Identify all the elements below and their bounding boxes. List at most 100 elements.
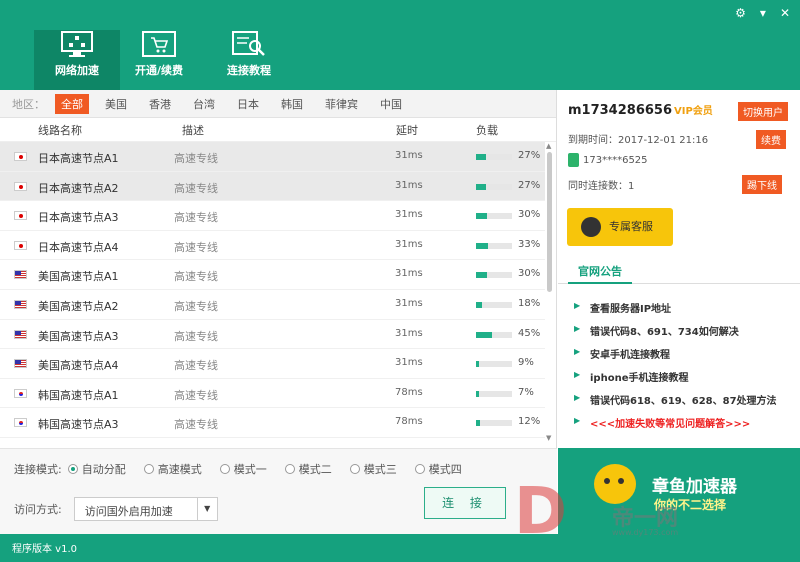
header-load[interactable]: 负载 xyxy=(476,122,498,138)
notice-item[interactable]: ▶ 错误代码8、691、734如何解决 xyxy=(572,323,796,346)
load-bar-fill xyxy=(476,272,487,279)
load-bar xyxy=(476,331,512,338)
mode-auto-radio[interactable]: 自动分配 xyxy=(67,461,126,477)
load-bar xyxy=(476,154,512,160)
radio-dot xyxy=(284,464,295,474)
nav-subscribe[interactable]: 开通/续费 xyxy=(116,30,202,90)
region-hk[interactable]: 香港 xyxy=(143,94,177,114)
notice-text: 错误代码618、619、628、87处理方法 xyxy=(590,396,777,407)
server-desc: 高速专线 xyxy=(174,359,218,373)
access-select[interactable]: 访问国外启用加速 ▼ xyxy=(73,497,218,521)
server-latency: 31ms xyxy=(395,327,423,339)
server-load: 30% xyxy=(518,268,541,280)
header-name[interactable]: 线路名称 xyxy=(38,122,82,138)
notice-list: ▶ 查看服务器IP地址 ▶ 错误代码8、691、734如何解决 ▶ 安卓手机连接教程 … xyxy=(572,300,796,438)
server-name: 美国高速节点A2 xyxy=(38,299,119,313)
user-name-line: m1734286656 VIP会员 xyxy=(568,102,713,118)
table-row[interactable]: 日本高速节点A2 高速专线 31ms 27% xyxy=(0,171,545,202)
scroll-down-icon[interactable]: ▼ xyxy=(546,434,551,442)
scrollbar[interactable]: ▲ ▼ xyxy=(545,142,555,442)
scrollbar-thumb[interactable] xyxy=(547,152,552,292)
load-bar-fill xyxy=(476,331,493,338)
radio-dot xyxy=(414,464,425,474)
chevron-down-icon[interactable]: ▼ xyxy=(196,498,217,520)
notice-item[interactable]: ▶ 查看服务器IP地址 xyxy=(572,300,796,323)
nav-network-accel[interactable]: 网络加速 xyxy=(34,30,120,90)
nav-tutorial[interactable]: 连接教程 xyxy=(206,30,292,90)
mode-2-radio[interactable]: 模式二 xyxy=(284,461,332,477)
tutorial-search-icon xyxy=(232,31,265,56)
region-ph[interactable]: 菲律宾 xyxy=(319,94,364,114)
promo-title: 章鱼加速器 xyxy=(652,477,737,497)
table-row[interactable]: 美国高速节点A1 高速专线 31ms 30% xyxy=(0,260,545,290)
load-bar-fill xyxy=(476,390,479,397)
region-all[interactable]: 全部 xyxy=(55,93,89,114)
version-text: 程序版本 v1.0 xyxy=(12,544,77,555)
vip-badge: VIP会员 xyxy=(674,106,713,117)
region-tw[interactable]: 台湾 xyxy=(187,94,221,114)
status-bar: 程序版本 v1.0 xyxy=(0,534,800,562)
server-desc: 高速专线 xyxy=(174,329,218,343)
server-load: 45% xyxy=(518,327,541,339)
load-bar xyxy=(476,361,512,368)
radio-dot xyxy=(143,464,154,474)
region-jp[interactable]: 日本 xyxy=(231,94,265,114)
mode-4-radio[interactable]: 模式四 xyxy=(414,461,462,477)
load-bar xyxy=(476,272,512,279)
nav-label: 网络加速 xyxy=(55,64,99,77)
table-row[interactable]: 美国高速节点A3 高速专线 31ms 45% xyxy=(0,320,545,350)
notice-item[interactable]: ▶ 错误代码618、619、628、87处理方法 xyxy=(572,392,796,415)
table-row[interactable]: 美国高速节点A2 高速专线 31ms 18% xyxy=(0,290,545,320)
flag-jp-icon xyxy=(14,211,27,221)
region-us[interactable]: 美国 xyxy=(99,94,133,114)
notice-item[interactable]: ▶ 安卓手机连接教程 xyxy=(572,346,796,369)
kick-offline-button[interactable]: 踢下线 xyxy=(742,175,782,194)
tab-notice[interactable]: 官网公告 xyxy=(568,258,632,284)
load-bar-fill xyxy=(476,183,486,190)
flag-jp-icon xyxy=(14,240,27,250)
connect-button[interactable]: 连 接 xyxy=(424,487,506,519)
load-bar xyxy=(476,301,512,308)
exclusive-service-button[interactable]: 专属客服 xyxy=(567,208,673,246)
menu-dropdown-icon[interactable]: ▾ xyxy=(760,6,766,20)
radio-label: 高速模式 xyxy=(157,463,202,476)
arrow-right-icon: ▶ xyxy=(574,324,581,333)
window-controls: ⚙ ▾ ✕ xyxy=(735,6,790,20)
header-desc[interactable]: 描述 xyxy=(182,122,204,138)
mode-3-radio[interactable]: 模式三 xyxy=(349,461,397,477)
server-load: 7% xyxy=(518,386,534,398)
app-header: ⚙ ▾ ✕ 网络加速 开通/续费 连接教程 xyxy=(0,0,800,90)
phone-number: 173****6525 xyxy=(583,155,648,166)
table-row[interactable]: 日本高速节点A3 高速专线 31ms 30% xyxy=(0,201,545,231)
scroll-up-icon[interactable]: ▲ xyxy=(546,142,551,150)
close-icon[interactable]: ✕ xyxy=(780,6,790,20)
renew-button[interactable]: 续费 xyxy=(756,130,786,149)
notice-item[interactable]: ▶ iphone手机连接教程 xyxy=(572,369,796,392)
arrow-right-icon: ▶ xyxy=(574,416,581,425)
promo-banner[interactable]: 章鱼加速器 你的不二选择 xyxy=(558,448,800,534)
table-row[interactable]: 日本高速节点A1 高速专线 31ms 27% xyxy=(0,142,545,172)
table-row[interactable]: 韩国高速节点A1 高速专线 78ms 7% xyxy=(0,379,545,409)
settings-icon[interactable]: ⚙ xyxy=(735,6,746,20)
switch-user-button[interactable]: 切换用户 xyxy=(738,102,788,121)
mode-fast-radio[interactable]: 高速模式 xyxy=(143,461,202,477)
table-row[interactable]: 韩国高速节点A3 高速专线 78ms 12% xyxy=(0,408,545,438)
notice-item-faq[interactable]: ▶ <<<加速失败等常见问题解答>>> xyxy=(572,415,796,438)
header-latency[interactable]: 延时 xyxy=(396,122,418,138)
load-bar-fill xyxy=(476,420,481,427)
server-desc: 高速专线 xyxy=(174,418,218,432)
region-cn[interactable]: 中国 xyxy=(374,94,408,114)
server-name: 日本高速节点A4 xyxy=(38,240,119,254)
flag-us-icon xyxy=(14,299,27,309)
table-row[interactable]: 日本高速节点A4 高速专线 31ms 33% xyxy=(0,231,545,261)
table-row[interactable]: 美国高速节点A4 高速专线 31ms 9% xyxy=(0,349,545,379)
region-kr[interactable]: 韩国 xyxy=(275,94,309,114)
mode-1-radio[interactable]: 模式一 xyxy=(219,461,267,477)
nav-label: 连接教程 xyxy=(227,64,271,77)
flag-us-icon xyxy=(14,270,27,280)
notice-text: <<<加速失败等常见问题解答>>> xyxy=(590,419,751,430)
flag-kr-icon xyxy=(14,388,27,398)
account-panel: m1734286656 VIP会员 切换用户 到期时间：2017-12-01 21… xyxy=(558,90,800,534)
service-label: 专属客服 xyxy=(609,220,653,233)
mode-row: 连接模式: 自动分配 高速模式 模式一 模式二 模式三 模式四 xyxy=(14,461,480,477)
